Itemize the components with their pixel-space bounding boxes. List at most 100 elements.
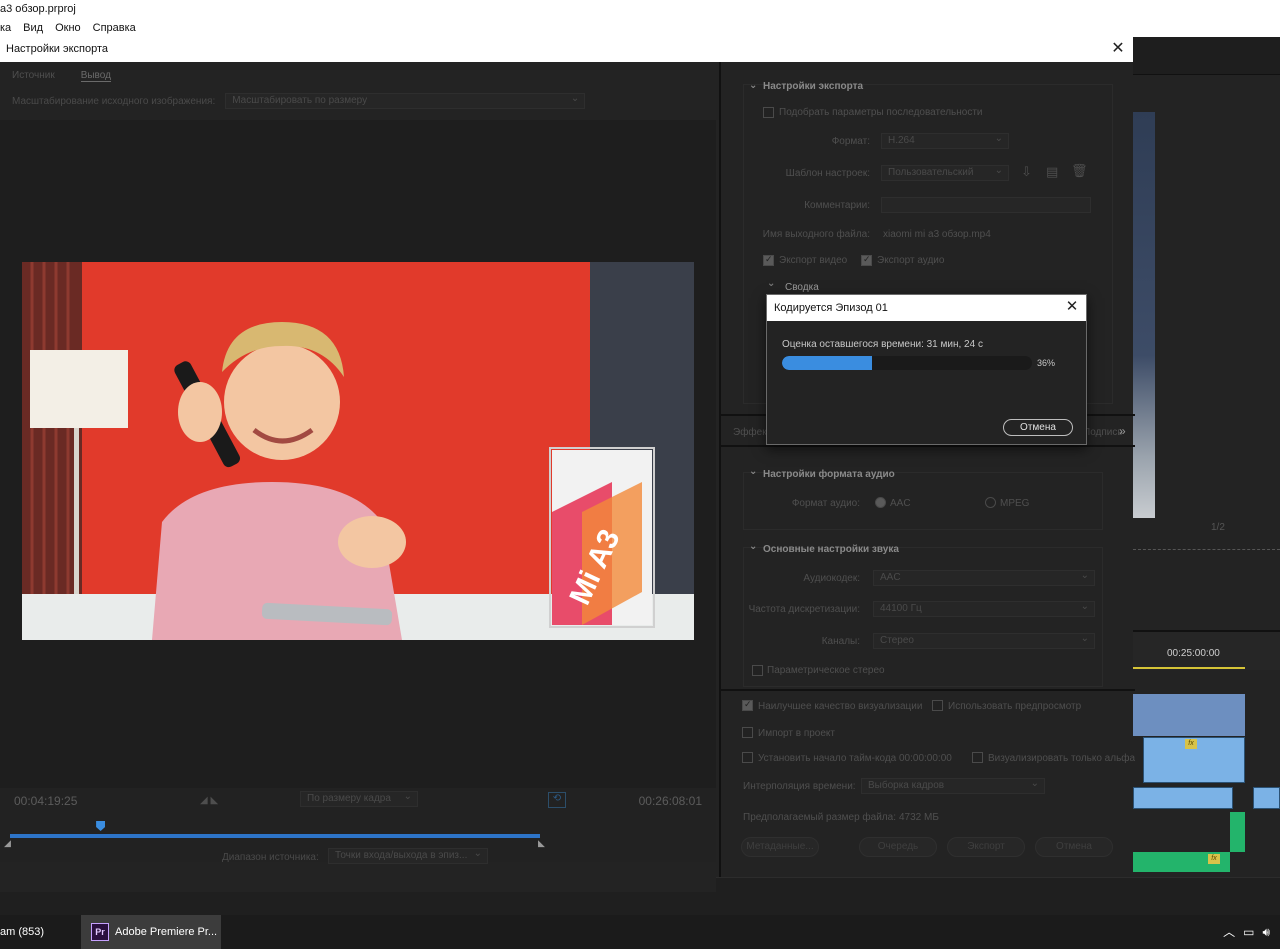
timecode-in[interactable]: 00:04:19:25 (14, 794, 77, 808)
audio-clip[interactable] (1253, 787, 1280, 809)
metadata-button[interactable]: Метаданные... (741, 837, 819, 857)
scaling-dropdown[interactable]: Масштабировать по размеру (225, 92, 586, 109)
format-dropdown[interactable]: H.264 (881, 132, 1009, 149)
more-tabs-icon[interactable]: » (1119, 424, 1126, 438)
export-video-checkbox[interactable] (763, 254, 774, 266)
timeline-timecode: 00:25:00:00 (1167, 648, 1220, 659)
menu-item-help[interactable]: Справка (93, 19, 136, 37)
encoding-cancel-button[interactable]: Отмена (1003, 419, 1073, 436)
range-end-handle-icon[interactable]: ◣ (538, 838, 545, 849)
resolution-fraction[interactable]: 1/2 (1211, 522, 1225, 533)
volume-icon[interactable]: 🔊︎ (1262, 915, 1270, 949)
output-name-link[interactable]: xiaomi mi a3 обзор.mp4 (883, 229, 991, 240)
audio-basic-title: Основные настройки звука (763, 544, 899, 555)
source-range-bar[interactable] (10, 834, 540, 838)
time-interp-label: Интерполяция времени: (743, 781, 856, 792)
fit-dropdown[interactable]: По размеру кадра (300, 790, 418, 807)
parametric-stereo-checkbox[interactable] (752, 665, 763, 676)
video-preview-frame: Mi A3 (22, 262, 694, 640)
program-preview-image (1133, 112, 1155, 518)
best-quality-checkbox[interactable] (742, 699, 753, 711)
save-preset-icon[interactable]: ⇩ (1021, 164, 1032, 180)
monitor-time-ruler (1133, 549, 1280, 559)
set-start-tc-checkbox[interactable] (742, 752, 753, 763)
program-monitor-panel: 1/2 00:25:00:00 fx fx (1133, 37, 1280, 877)
video-clip[interactable] (1133, 694, 1245, 736)
use-previews-label: Использовать предпросмотр (948, 701, 1082, 712)
parametric-stereo-label: Параметрическое стерео (767, 665, 885, 676)
taskbar-steam[interactable]: am (853) (0, 915, 80, 949)
menu-item-view[interactable]: Вид (23, 19, 43, 37)
file-size-label: Предполагаемый размер файла: (743, 812, 896, 823)
video-frame-image: Mi A3 (22, 262, 694, 640)
render-alpha-checkbox[interactable] (972, 752, 983, 763)
menu-item-window[interactable]: Окно (55, 19, 81, 37)
timecode-out[interactable]: 00:26:08:01 (639, 794, 702, 808)
work-area-bar[interactable] (1133, 667, 1245, 669)
dialog-title: Настройки экспорта (6, 43, 109, 55)
radio-aac[interactable] (875, 497, 886, 508)
taskbar: am (853) Pr Adobe Premiere Pr... ︿ ▭ 🔊︎ (0, 915, 1280, 949)
summary-title: Сводка (785, 282, 819, 293)
chevron-down-icon[interactable]: ⌄ (749, 466, 757, 477)
range-dropdown[interactable]: Точки входа/выхода в эпиз... (328, 847, 488, 864)
encoding-progress-percent: 36% (1037, 358, 1056, 368)
chevron-down-icon[interactable]: ⌄ (749, 541, 757, 552)
cancel-button[interactable]: Отмена (1035, 837, 1113, 857)
import-project-label: Импорт в проект (758, 728, 835, 739)
comments-input[interactable] (881, 197, 1091, 213)
divider (721, 445, 1135, 447)
channels-label: Каналы: (821, 636, 860, 647)
range-start-handle-icon[interactable]: ◢ (4, 838, 11, 849)
file-size-value: 4732 МБ (899, 812, 939, 823)
audio-clip[interactable] (1133, 787, 1233, 809)
system-tray: ︿ ▭ 🔊︎ (1223, 915, 1270, 949)
radio-mpeg-label: MPEG (1000, 498, 1030, 509)
encoding-title-bar: Кодируется Эпизод 01 ✕ (767, 295, 1086, 321)
encoding-status: Оценка оставшегося времени: 31 мин, 24 с (782, 339, 983, 350)
chevron-up-icon[interactable]: ︿ (1223, 915, 1235, 949)
export-button[interactable]: Экспорт (947, 837, 1025, 857)
app-menu-bar: ка Вид Окно Справка (0, 19, 1280, 37)
radio-mpeg[interactable] (985, 497, 996, 508)
app-title: a3 обзор.prproj (0, 3, 76, 15)
chevron-down-icon[interactable]: ⌄ (767, 278, 775, 289)
set-start-tc-label: Установить начало тайм-кода (758, 753, 897, 764)
aspect-toggle-icon[interactable]: ⟲ (548, 792, 566, 808)
export-audio-label: Экспорт аудио (877, 255, 945, 266)
close-icon[interactable]: ✕ (1064, 299, 1080, 315)
use-previews-checkbox[interactable] (932, 700, 943, 711)
radio-aac-label: AAC (890, 498, 911, 509)
menu-item-file[interactable]: ка (0, 19, 11, 37)
format-label: Формат: (831, 136, 870, 147)
close-icon[interactable]: ✕ (1109, 40, 1127, 58)
tab-source[interactable]: Источник (12, 70, 55, 82)
sample-rate-dropdown[interactable]: 44100 Гц (873, 600, 1095, 617)
tab-captions[interactable]: Подпись (1083, 427, 1123, 438)
match-sequence-checkbox[interactable] (763, 107, 774, 118)
scaling-label: Масштабирование исходного изображения: (12, 95, 216, 107)
battery-icon[interactable]: ▭ (1243, 915, 1254, 949)
export-settings-dialog: Настройки экспорта ✕ Источник Вывод Масш… (0, 37, 1135, 892)
audio-codec-dropdown[interactable]: AAC (873, 569, 1095, 586)
fx-badge: fx (1208, 854, 1220, 864)
import-project-checkbox[interactable] (742, 727, 753, 738)
encoding-progress-fill (782, 356, 872, 370)
export-settings-pane: ⌄ Настройки экспорта Подобрать параметры… (719, 62, 1135, 877)
import-preset-icon[interactable]: ▤ (1046, 164, 1058, 180)
mark-in-icon[interactable]: ◢ ◣ (200, 795, 218, 806)
tab-output[interactable]: Вывод (80, 70, 111, 82)
sample-rate-label: Частота дискретизации: (748, 604, 860, 615)
queue-button[interactable]: Очередь (859, 837, 937, 857)
audio-clip[interactable] (1230, 812, 1245, 852)
encoding-progress-bar (782, 356, 1032, 370)
delete-preset-icon[interactable]: 🗑 (1071, 163, 1088, 179)
time-interp-dropdown[interactable]: Выборка кадров (861, 777, 1045, 794)
channels-dropdown[interactable]: Стерео (873, 632, 1095, 649)
export-audio-checkbox[interactable] (861, 254, 872, 266)
start-tc-value[interactable]: 00:00:00:00 (899, 753, 952, 764)
chevron-down-icon[interactable]: ⌄ (749, 80, 757, 91)
taskbar-premiere[interactable]: Pr Adobe Premiere Pr... (81, 915, 221, 949)
divider (721, 689, 1135, 691)
preset-dropdown[interactable]: Пользовательский (881, 164, 1009, 181)
